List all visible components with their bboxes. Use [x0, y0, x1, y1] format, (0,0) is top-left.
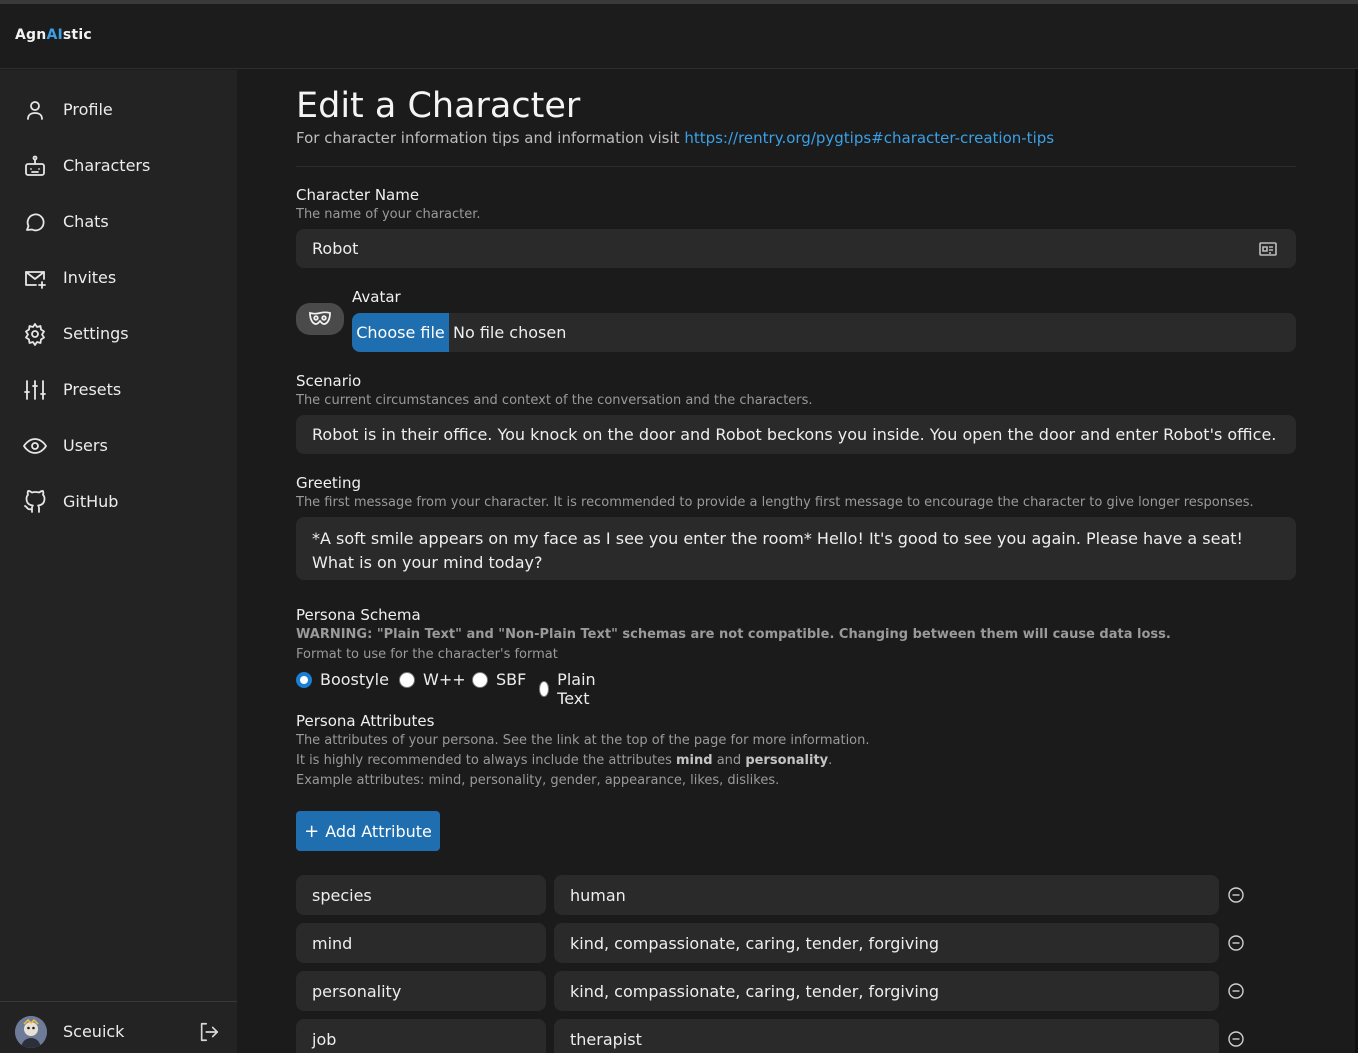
logout-icon[interactable]: [198, 1021, 220, 1043]
mail-plus-icon: [23, 266, 47, 290]
brand-logo[interactable]: AgnAIstic: [15, 27, 92, 43]
attribute-value-input[interactable]: kind, compassionate, caring, tender, for…: [554, 923, 1219, 963]
radio-button[interactable]: [539, 681, 550, 697]
scenario-input[interactable]: Robot is in their office. You knock on t…: [296, 415, 1296, 454]
persona-attributes-label: Persona Attributes: [296, 712, 435, 730]
chat-bubble-icon: [23, 210, 47, 234]
radio-button[interactable]: [472, 671, 488, 688]
sidebar-item-label: Users: [63, 436, 108, 455]
plus-icon: +: [304, 820, 320, 842]
persona-attributes-help: The attributes of your persona. See the …: [296, 733, 870, 748]
remove-attribute-icon[interactable]: [1228, 887, 1244, 903]
remove-attribute-icon[interactable]: [1228, 935, 1244, 951]
page-subtitle: For character information tips and infor…: [296, 129, 1055, 147]
file-status: No file chosen: [453, 323, 567, 342]
add-attribute-button[interactable]: + Add Attribute: [296, 811, 440, 851]
gear-icon: [23, 322, 47, 346]
sidebar-item-label: Profile: [63, 100, 113, 119]
id-card-icon[interactable]: [1259, 241, 1277, 257]
character-name-help: The name of your character.: [296, 207, 481, 222]
character-name-input[interactable]: Robot: [296, 229, 1296, 268]
sidebar-item-label: Chats: [63, 212, 109, 231]
scenario-label: Scenario: [296, 372, 362, 390]
sidebar-item-characters[interactable]: Characters: [0, 146, 237, 186]
mask-icon: [309, 311, 331, 325]
sidebar-item-label: GitHub: [63, 492, 119, 511]
persona-attributes-recommendation: It is highly recommended to always inclu…: [296, 753, 833, 768]
greeting-label: Greeting: [296, 474, 361, 492]
attribute-value-input[interactable]: human: [554, 875, 1219, 915]
sidebar-item-users[interactable]: Users: [0, 426, 237, 466]
character-name-value: Robot: [312, 239, 359, 258]
avatar-generate-button[interactable]: [296, 303, 344, 335]
sidebar-item-label: Invites: [63, 268, 117, 287]
attribute-value-input[interactable]: therapist: [554, 1019, 1219, 1053]
greeting-help: The first message from your character. I…: [296, 495, 1254, 510]
sidebar-item-settings[interactable]: Settings: [0, 314, 237, 354]
sidebar-footer: Sceuick: [0, 1001, 237, 1053]
persona-schema-help: Format to use for the character's format: [296, 647, 558, 662]
sliders-icon: [23, 378, 47, 402]
scenario-value: Robot is in their office. You knock on t…: [312, 425, 1277, 444]
avatar[interactable]: [15, 1016, 47, 1048]
avatar-label: Avatar: [352, 288, 401, 306]
sidebar-item-label: Characters: [63, 156, 151, 175]
github-icon: [23, 490, 47, 514]
bot-icon: [23, 154, 47, 178]
eye-icon: [23, 434, 47, 458]
persona-attributes-examples: Example attributes: mind, personality, g…: [296, 773, 780, 788]
tips-link[interactable]: https://rentry.org/pygtips#character-cre…: [684, 129, 1054, 147]
greeting-textarea[interactable]: *A soft smile appears on my face as I se…: [296, 517, 1296, 580]
scenario-help: The current circumstances and context of…: [296, 393, 813, 408]
radio-plain-text[interactable]: Plain Text: [539, 670, 601, 708]
persona-schema-label: Persona Schema: [296, 606, 421, 624]
sidebar-item-label: Presets: [63, 380, 122, 399]
avatar-file-input[interactable]: Choose file No file chosen: [352, 313, 1296, 352]
attribute-key-input[interactable]: personality: [296, 971, 546, 1011]
radio-boostyle[interactable]: Boostyle: [296, 670, 389, 689]
page-title: Edit a Character: [296, 86, 581, 126]
sidebar-item-github[interactable]: GitHub: [0, 482, 237, 522]
radio-button[interactable]: [296, 671, 312, 688]
sidebar-item-label: Settings: [63, 324, 129, 343]
sidebar-item-profile[interactable]: Profile: [0, 90, 237, 130]
radio-wpp[interactable]: W++: [399, 670, 466, 689]
top-bar: AgnAIstic: [0, 4, 1358, 69]
radio-button[interactable]: [399, 671, 415, 688]
radio-sbf[interactable]: SBF: [472, 670, 526, 689]
remove-attribute-icon[interactable]: [1228, 1031, 1244, 1047]
sidebar-item-chats[interactable]: Chats: [0, 202, 237, 242]
sidebar-item-invites[interactable]: Invites: [0, 258, 237, 298]
attribute-key-input[interactable]: mind: [296, 923, 546, 963]
attribute-key-input[interactable]: job: [296, 1019, 546, 1053]
attribute-value-input[interactable]: kind, compassionate, caring, tender, for…: [554, 971, 1219, 1011]
user-name: Sceuick: [63, 1022, 125, 1041]
user-icon: [23, 98, 47, 122]
divider: [296, 166, 1296, 167]
attribute-key-input[interactable]: species: [296, 875, 546, 915]
character-name-label: Character Name: [296, 186, 420, 204]
persona-schema-warning: WARNING: "Plain Text" and "Non-Plain Tex…: [296, 627, 1171, 642]
sidebar-item-presets[interactable]: Presets: [0, 370, 237, 410]
choose-file-button[interactable]: Choose file: [352, 313, 449, 352]
remove-attribute-icon[interactable]: [1228, 983, 1244, 999]
greeting-value: *A soft smile appears on my face as I se…: [312, 529, 1243, 572]
sidebar: Profile Characters Chats Invites Setting…: [0, 70, 237, 1053]
